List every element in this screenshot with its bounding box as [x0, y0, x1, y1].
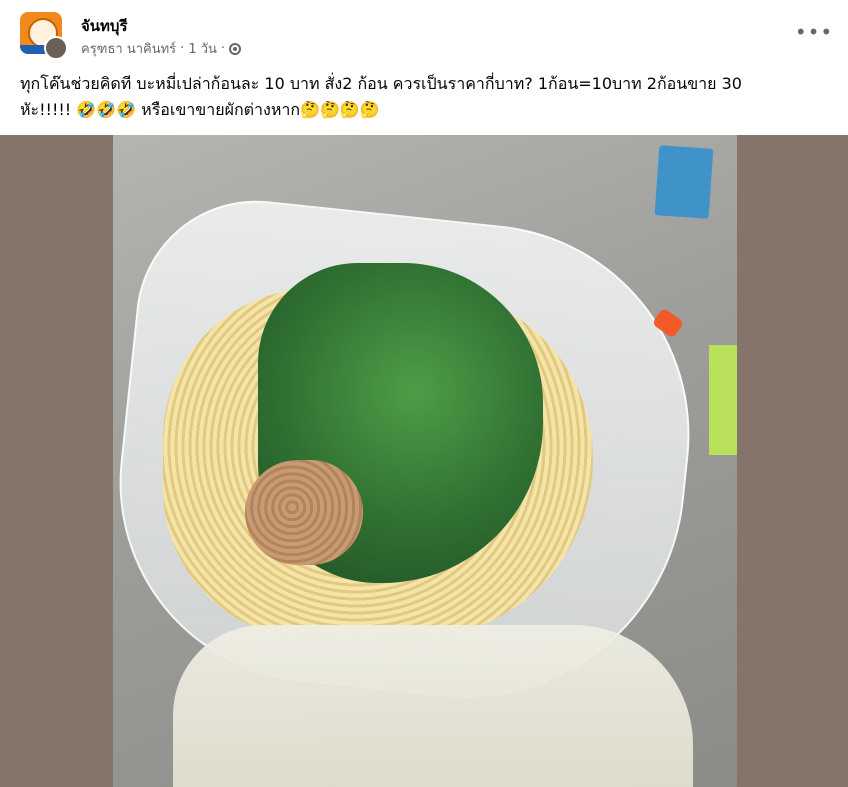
page-avatar[interactable] [20, 12, 68, 60]
fried-garlic [245, 460, 363, 565]
post-photo[interactable] [0, 135, 848, 787]
meta-separator: · [220, 41, 226, 56]
second-plastic-bag [173, 625, 693, 787]
post-meta: ครุฑธา นาคินทร์ · 1 วัน · [81, 38, 242, 59]
post-text-line-1: ทุกโค๊นช่วยคิดที บะหมี่เปล่าก้อนละ 10 บา… [20, 74, 742, 93]
post-text-line-2: หัะ!!!!! 🤣🤣🤣 หรือเขาขายผักต่างหาก🤔🤔🤔🤔 [20, 100, 380, 119]
meta-separator: · [180, 41, 185, 56]
author-avatar[interactable] [44, 36, 68, 60]
post-time[interactable]: 1 วัน [188, 38, 217, 59]
post-header: จันทบุรี ครุฑธา นาคินทร์ · 1 วัน · ••• [0, 0, 848, 64]
globe-icon [229, 42, 242, 55]
blue-container [654, 145, 714, 219]
more-options-button[interactable]: ••• [795, 18, 832, 46]
page-name-link[interactable]: จันทบุรี [81, 14, 128, 38]
more-icon: ••• [794, 20, 834, 44]
author-name-link[interactable]: ครุฑธา นาคินทร์ [81, 38, 176, 59]
photo-content [113, 135, 737, 787]
post-text: ทุกโค๊นช่วยคิดที บะหมี่เปล่าก้อนละ 10 บา… [20, 71, 828, 123]
green-item [709, 345, 737, 455]
facebook-post: จันทบุรี ครุฑธา นาคินทร์ · 1 วัน · ••• ท… [0, 0, 848, 787]
